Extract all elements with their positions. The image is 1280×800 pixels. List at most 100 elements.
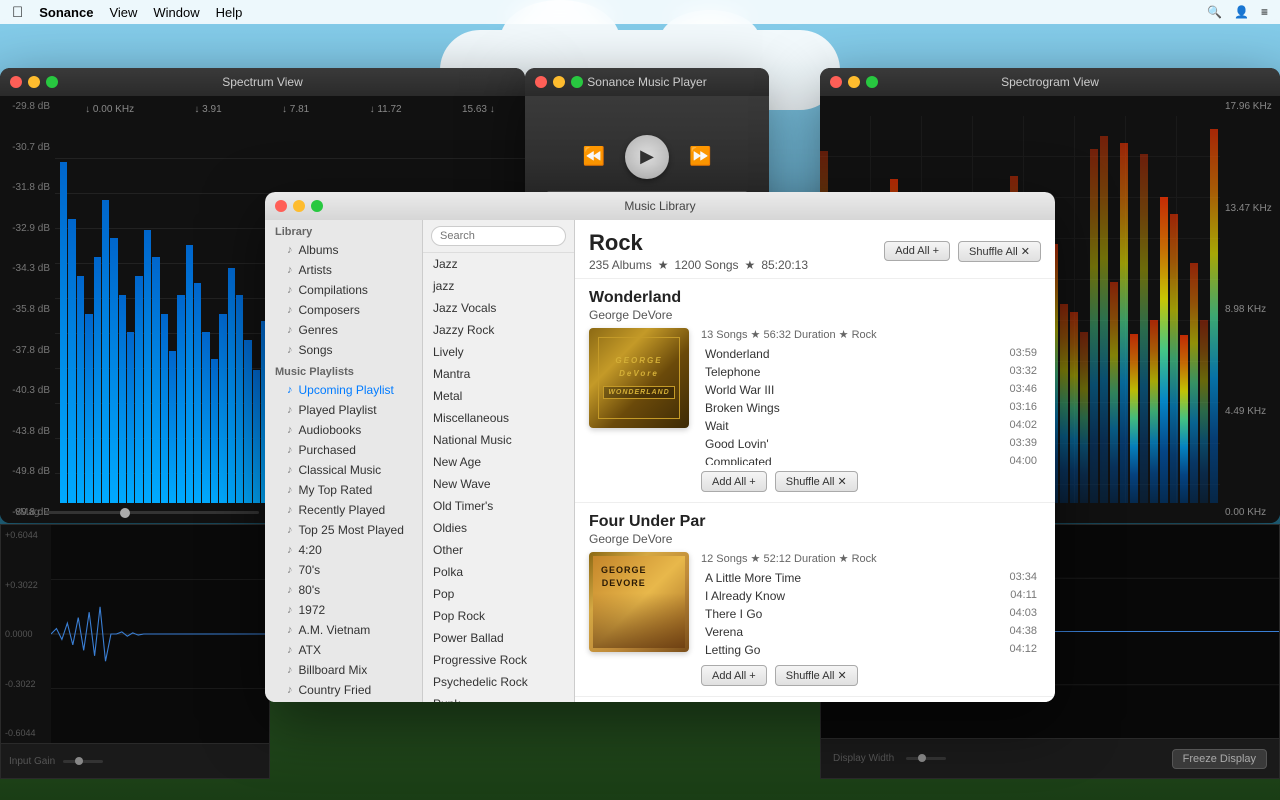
sidebar-item-genres[interactable]: ♪ Genres xyxy=(265,320,422,340)
sidebar-item-80s[interactable]: ♪ 80's xyxy=(265,580,422,600)
genre-item-pop-rock[interactable]: Pop Rock xyxy=(423,605,574,627)
genre-item-jazz[interactable]: Jazz xyxy=(423,253,574,275)
sidebar-item-purchased[interactable]: ♪ Purchased xyxy=(265,440,422,460)
sidebar-item-billboard-mix[interactable]: ♪ Billboard Mix xyxy=(265,660,422,680)
genre-item-old-timers[interactable]: Old Timer's xyxy=(423,495,574,517)
sidebar-item-upcoming-playlist[interactable]: ♪ Upcoming Playlist xyxy=(265,380,422,400)
sidebar-item-recently-played[interactable]: ♪ Recently Played xyxy=(265,500,422,520)
genre-item-new-age[interactable]: New Age xyxy=(423,451,574,473)
spectrum-bar xyxy=(177,295,184,503)
track-row[interactable]: There I Go04:03 xyxy=(701,605,1041,623)
album-shuffle-button-wonderland[interactable]: Shuffle All ✕ xyxy=(775,471,858,492)
sidebar-item-compilations[interactable]: ♪ Compilations xyxy=(265,280,422,300)
sidebar-item-1972[interactable]: ♪ 1972 xyxy=(265,600,422,620)
sidebar-item-artists[interactable]: ♪ Artists xyxy=(265,260,422,280)
genre-item-punk[interactable]: Punk xyxy=(423,693,574,702)
play-button[interactable]: ▶ xyxy=(625,135,669,179)
vmag-slider-thumb[interactable] xyxy=(120,508,130,518)
track-row[interactable]: Good Lovin'03:39 xyxy=(701,435,1041,453)
minimize-button-spectrum[interactable] xyxy=(28,76,40,88)
minimize-button-player[interactable] xyxy=(553,76,565,88)
menu-help[interactable]: Help xyxy=(216,5,243,20)
genre-search-input[interactable] xyxy=(431,226,566,246)
track-row[interactable]: Telephone03:32 xyxy=(701,363,1041,381)
input-gain-thumb[interactable] xyxy=(75,757,83,765)
sidebar-item-played-playlist[interactable]: ♪ Played Playlist xyxy=(265,400,422,420)
minimize-button-library[interactable] xyxy=(293,200,305,212)
genre-item-jazzy-rock[interactable]: Jazzy Rock xyxy=(423,319,574,341)
user-icon[interactable]: 👤 xyxy=(1234,5,1249,19)
genre-item-progressive-rock[interactable]: Progressive Rock xyxy=(423,649,574,671)
close-button-player[interactable] xyxy=(535,76,547,88)
genre-item-psychedelic-rock[interactable]: Psychedelic Rock xyxy=(423,671,574,693)
close-button-spectrum[interactable] xyxy=(10,76,22,88)
vmag-slider-track[interactable] xyxy=(45,511,258,514)
freeze-display-button[interactable]: Freeze Display xyxy=(1172,749,1267,769)
genre-item-mantra[interactable]: Mantra xyxy=(423,363,574,385)
track-row[interactable]: I Already Know04:11 xyxy=(701,587,1041,605)
spectrum-y-axis: -29.8 dB -30.7 dB -31.8 dB -32.9 dB -34.… xyxy=(0,96,55,523)
shuffle-all-button[interactable]: Shuffle All ✕ xyxy=(958,241,1041,262)
close-button-library[interactable] xyxy=(275,200,287,212)
track-row[interactable]: Wonderland03:59 xyxy=(701,345,1041,363)
maximize-button-player[interactable] xyxy=(571,76,583,88)
sidebar-item-am-vietnam[interactable]: ♪ A.M. Vietnam xyxy=(265,620,422,640)
sidebar-item-70s[interactable]: ♪ 70's xyxy=(265,560,422,580)
add-all-button[interactable]: Add All + xyxy=(884,241,950,261)
track-row[interactable]: World War III03:46 xyxy=(701,381,1041,399)
track-row[interactable]: A Little More Time03:34 xyxy=(701,569,1041,587)
genre-item-lively[interactable]: Lively xyxy=(423,341,574,363)
track-row[interactable]: Letting Go04:12 xyxy=(701,641,1041,659)
album-body-four-under-par: GEORGEDEVORE 12 Songs ★ 52:12 Duration ★… xyxy=(589,552,1041,686)
spectrum-bar xyxy=(244,340,251,503)
track-row[interactable]: Broken Wings03:16 xyxy=(701,399,1041,417)
sidebar-item-my-top-rated[interactable]: ♪ My Top Rated xyxy=(265,480,422,500)
album-shuffle-button-four-under-par[interactable]: Shuffle All ✕ xyxy=(775,665,858,686)
menu-view[interactable]: View xyxy=(109,5,137,20)
maximize-button-spectrogram[interactable] xyxy=(866,76,878,88)
spectrogram-column xyxy=(1150,320,1158,503)
fast-forward-button[interactable]: ⏩ xyxy=(689,146,711,167)
input-gain-slider[interactable] xyxy=(63,760,103,763)
minimize-button-spectrogram[interactable] xyxy=(848,76,860,88)
player-titlebar: Sonance Music Player xyxy=(525,68,769,96)
sidebar-item-atx[interactable]: ♪ ATX xyxy=(265,640,422,660)
sidebar-item-songs[interactable]: ♪ Songs xyxy=(265,340,422,360)
genre-item-miscellaneous[interactable]: Miscellaneous xyxy=(423,407,574,429)
app-name[interactable]: Sonance xyxy=(39,5,93,20)
genre-item-oldies[interactable]: Oldies xyxy=(423,517,574,539)
genre-item-polka[interactable]: Polka xyxy=(423,561,574,583)
rewind-button[interactable]: ⏪ xyxy=(583,146,605,167)
maximize-button-library[interactable] xyxy=(311,200,323,212)
genre-item-national-music[interactable]: National Music xyxy=(423,429,574,451)
sidebar-item-albums[interactable]: ♪ Albums xyxy=(265,240,422,260)
sidebar-item-420[interactable]: ♪ 4:20 xyxy=(265,540,422,560)
display-width-thumb[interactable] xyxy=(918,754,926,762)
sidebar-label-compilations: Compilations xyxy=(299,283,368,297)
close-button-spectrogram[interactable] xyxy=(830,76,842,88)
album-add-all-button-wonderland[interactable]: Add All + xyxy=(701,471,767,492)
genre-item-metal[interactable]: Metal xyxy=(423,385,574,407)
genre-item-new-wave[interactable]: New Wave xyxy=(423,473,574,495)
sidebar-item-country-fried[interactable]: ♪ Country Fried xyxy=(265,680,422,700)
menu-window[interactable]: Window xyxy=(153,5,199,20)
display-width-slider[interactable] xyxy=(906,757,946,760)
genre-item-other[interactable]: Other xyxy=(423,539,574,561)
search-icon[interactable]: 🔍 xyxy=(1207,5,1222,19)
album-add-all-button-four-under-par[interactable]: Add All + xyxy=(701,665,767,686)
genre-item-pop[interactable]: Pop xyxy=(423,583,574,605)
track-row[interactable]: Wait04:02 xyxy=(701,417,1041,435)
sidebar-item-audiobooks[interactable]: ♪ Audiobooks xyxy=(265,420,422,440)
sidebar-item-disco[interactable]: ♪ Disco xyxy=(265,700,422,702)
sidebar-item-top25[interactable]: ♪ Top 25 Most Played xyxy=(265,520,422,540)
sidebar-item-classical-music[interactable]: ♪ Classical Music xyxy=(265,460,422,480)
menu-icon[interactable]: ≡ xyxy=(1261,5,1268,19)
sidebar-item-composers[interactable]: ♪ Composers xyxy=(265,300,422,320)
genre-item-jazz2[interactable]: jazz xyxy=(423,275,574,297)
track-row[interactable]: Complicated04:00 xyxy=(701,453,1041,465)
track-row[interactable]: Verena04:38 xyxy=(701,623,1041,641)
maximize-button-spectrum[interactable] xyxy=(46,76,58,88)
genre-item-power-ballad[interactable]: Power Ballad xyxy=(423,627,574,649)
genre-item-jazz-vocals[interactable]: Jazz Vocals xyxy=(423,297,574,319)
apple-menu[interactable]:  xyxy=(12,4,23,21)
